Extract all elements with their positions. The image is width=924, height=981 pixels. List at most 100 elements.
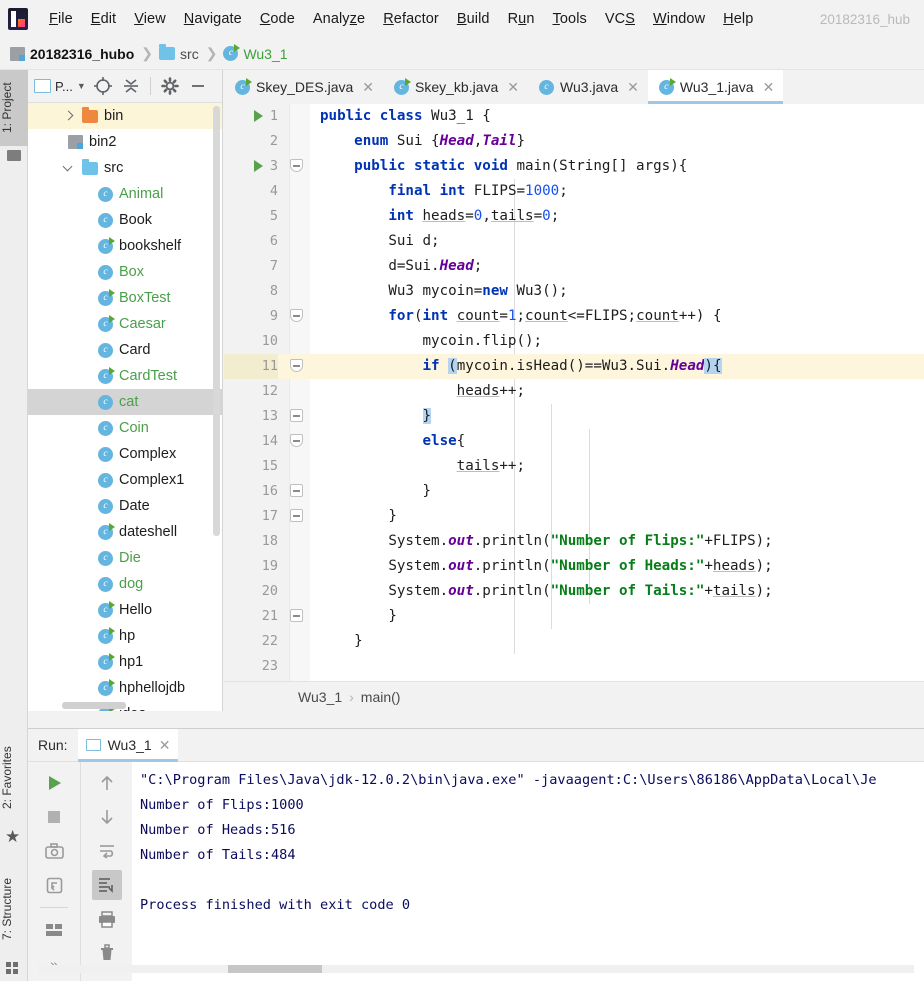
menu-vcs[interactable]: VCS bbox=[596, 9, 644, 29]
editor-breadcrumb-method[interactable]: main() bbox=[361, 689, 401, 705]
menu-build[interactable]: Build bbox=[448, 9, 499, 29]
menu-window[interactable]: Window bbox=[644, 9, 714, 29]
project-tree-scrollbar[interactable] bbox=[213, 106, 220, 536]
tree-item-die[interactable]: c Die bbox=[28, 545, 222, 571]
code-line[interactable]: 7 d=Sui.Head; bbox=[224, 254, 924, 279]
code-editor[interactable]: 1 public class Wu3_1 {2 enum Sui {Head,Ta… bbox=[224, 104, 924, 681]
fold-toggle-icon[interactable] bbox=[290, 309, 305, 324]
close-icon[interactable]: ✕ bbox=[763, 79, 775, 96]
close-icon[interactable]: ✕ bbox=[362, 79, 374, 96]
tree-item-dateshell[interactable]: c dateshell bbox=[28, 519, 222, 545]
fold-toggle-icon[interactable] bbox=[290, 409, 305, 424]
tool-tab-project[interactable]: 1: Project bbox=[0, 70, 28, 146]
fold-toggle-icon[interactable] bbox=[290, 359, 305, 374]
hide-panel-button[interactable] bbox=[187, 75, 209, 97]
trash-icon[interactable] bbox=[92, 938, 122, 968]
code-line[interactable]: 22 } bbox=[224, 629, 924, 654]
code-line[interactable]: 20 System.out.println("Number of Tails:"… bbox=[224, 579, 924, 604]
fold-toggle-icon[interactable] bbox=[290, 509, 305, 524]
rerun-icon[interactable] bbox=[39, 768, 69, 798]
tree-item-box[interactable]: c Box bbox=[28, 259, 222, 285]
tree-item-animal[interactable]: c Animal bbox=[28, 181, 222, 207]
menu-file[interactable]: File bbox=[40, 9, 82, 29]
menu-code[interactable]: Code bbox=[251, 9, 304, 29]
more-icon[interactable]: » bbox=[39, 949, 69, 979]
tree-item-hphellojdb[interactable]: c hphellojdb bbox=[28, 675, 222, 701]
chevron-right-icon[interactable] bbox=[62, 109, 76, 123]
tree-item-cat[interactable]: c cat bbox=[28, 389, 222, 415]
code-line[interactable]: 23 bbox=[224, 654, 924, 679]
code-line[interactable]: 1 public class Wu3_1 { bbox=[224, 104, 924, 129]
stop-icon[interactable] bbox=[39, 802, 69, 832]
editor-tab-skey_kb-java[interactable]: c Skey_kb.java ✕ bbox=[383, 70, 528, 104]
menu-navigate[interactable]: Navigate bbox=[175, 9, 251, 29]
console-output[interactable]: "C:\Program Files\Java\jdk-12.0.2\bin\ja… bbox=[132, 762, 924, 981]
tree-item-date[interactable]: c Date bbox=[28, 493, 222, 519]
print-icon[interactable] bbox=[92, 904, 122, 934]
code-line[interactable]: 16 } bbox=[224, 479, 924, 504]
code-line[interactable]: 3 public static void main(String[] args)… bbox=[224, 154, 924, 179]
editor-tab-skey_des-java[interactable]: c Skey_DES.java ✕ bbox=[224, 70, 383, 104]
fold-toggle-icon[interactable] bbox=[290, 484, 305, 499]
close-icon[interactable]: ✕ bbox=[507, 79, 519, 96]
restore-layout-icon[interactable] bbox=[39, 870, 69, 900]
code-line[interactable]: 9 for(int count=1;count<=FLIPS;count++) … bbox=[224, 304, 924, 329]
tree-item-hp1[interactable]: c hp1 bbox=[28, 649, 222, 675]
tree-item-bookshelf[interactable]: c bookshelf bbox=[28, 233, 222, 259]
editor-tab-wu3_1-java[interactable]: c Wu3_1.java ✕ bbox=[647, 70, 784, 104]
tree-item-coin[interactable]: c Coin bbox=[28, 415, 222, 441]
tree-item-hello[interactable]: c Hello bbox=[28, 597, 222, 623]
code-line[interactable]: 21 } bbox=[224, 604, 924, 629]
fold-toggle-icon[interactable] bbox=[290, 159, 305, 174]
run-gutter-icon[interactable] bbox=[254, 110, 263, 122]
soft-wrap-icon[interactable] bbox=[92, 836, 122, 866]
tree-item-cardtest[interactable]: c CardTest bbox=[28, 363, 222, 389]
fold-toggle-icon[interactable] bbox=[290, 609, 305, 624]
code-line[interactable]: 2 enum Sui {Head,Tail} bbox=[224, 129, 924, 154]
breadcrumb-file[interactable]: c Wu3_1 bbox=[223, 44, 288, 62]
tree-item-book[interactable]: c Book bbox=[28, 207, 222, 233]
tree-item-caesar[interactable]: c Caesar bbox=[28, 311, 222, 337]
tree-item-bin2[interactable]: bin2 bbox=[28, 129, 222, 155]
fold-toggle-icon[interactable] bbox=[290, 434, 305, 449]
console-hscrollbar-thumb[interactable] bbox=[228, 965, 322, 973]
menu-edit[interactable]: Edit bbox=[82, 9, 125, 29]
menu-view[interactable]: View bbox=[125, 9, 175, 29]
collapse-all-button[interactable] bbox=[120, 75, 142, 97]
code-line[interactable]: 15 tails++; bbox=[224, 454, 924, 479]
project-file-tree[interactable]: bin bin2 src c Animal c Book c bookshelf c Box c Box… bbox=[28, 103, 222, 711]
tree-item-dog[interactable]: c dog bbox=[28, 571, 222, 597]
code-line[interactable]: 13 } bbox=[224, 404, 924, 429]
locate-target-button[interactable] bbox=[92, 75, 114, 97]
breadcrumb-project[interactable]: 20182316_hubo bbox=[10, 46, 134, 62]
code-line[interactable]: 5 int heads=0,tails=0; bbox=[224, 204, 924, 229]
tree-item-card[interactable]: c Card bbox=[28, 337, 222, 363]
close-icon[interactable]: ✕ bbox=[627, 79, 639, 96]
editor-breadcrumb-class[interactable]: Wu3_1 bbox=[298, 689, 342, 705]
code-line[interactable]: 18 System.out.println("Number of Flips:"… bbox=[224, 529, 924, 554]
run-gutter-icon[interactable] bbox=[254, 160, 263, 172]
code-line[interactable]: 19 System.out.println("Number of Heads:"… bbox=[224, 554, 924, 579]
menu-refactor[interactable]: Refactor bbox=[374, 9, 448, 29]
run-configuration-tab[interactable]: Wu3_1 ✕ bbox=[77, 728, 179, 762]
console-hscrollbar-track[interactable] bbox=[38, 965, 914, 973]
close-icon[interactable]: ✕ bbox=[159, 737, 171, 754]
breadcrumb-folder[interactable]: src bbox=[159, 44, 199, 62]
code-line[interactable]: 10 mycoin.flip(); bbox=[224, 329, 924, 354]
code-line[interactable]: 4 final int FLIPS=1000; bbox=[224, 179, 924, 204]
code-line[interactable]: 14 else{ bbox=[224, 429, 924, 454]
code-line[interactable]: 6 Sui d; bbox=[224, 229, 924, 254]
menu-run[interactable]: Run bbox=[499, 9, 544, 29]
scroll-down-icon[interactable] bbox=[92, 802, 122, 832]
editor-tab-wu3-java[interactable]: c Wu3.java ✕ bbox=[528, 70, 648, 104]
code-line[interactable]: 17 } bbox=[224, 504, 924, 529]
chevron-down-icon[interactable] bbox=[62, 161, 76, 175]
project-panel-title[interactable]: P... ▼ bbox=[34, 79, 86, 94]
tree-item-src[interactable]: src bbox=[28, 155, 222, 181]
tree-item-complex[interactable]: c Complex bbox=[28, 441, 222, 467]
tree-item-boxtest[interactable]: c BoxTest bbox=[28, 285, 222, 311]
tree-item-hp[interactable]: c hp bbox=[28, 623, 222, 649]
code-line[interactable]: 8 Wu3 mycoin=new Wu3(); bbox=[224, 279, 924, 304]
menu-help[interactable]: Help bbox=[714, 9, 762, 29]
code-line[interactable]: 11 if (mycoin.isHead()==Wu3.Sui.Head){ bbox=[224, 354, 924, 379]
